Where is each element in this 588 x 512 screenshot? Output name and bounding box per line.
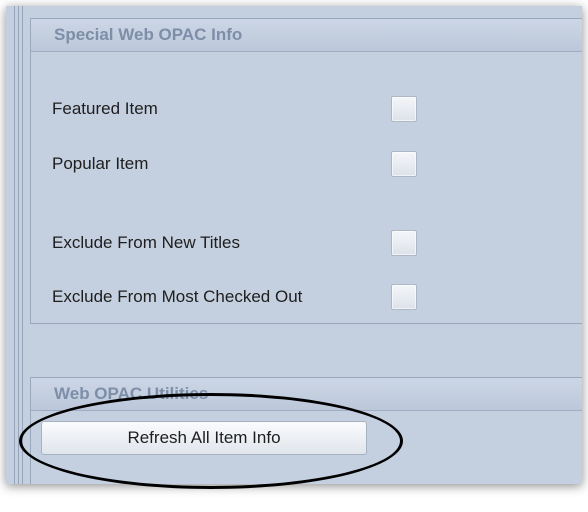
refresh-all-item-info-button[interactable]: Refresh All Item Info (41, 421, 367, 455)
exclude-most-checked-out-checkbox[interactable] (391, 284, 417, 310)
featured-item-label: Featured Item (52, 99, 158, 118)
exclude-new-titles-checkbox[interactable] (391, 230, 417, 256)
special-web-opac-info-group: Special Web OPAC Info Featured Item Popu… (30, 18, 582, 324)
exclude-new-titles-label: Exclude From New Titles (52, 233, 240, 252)
exclude-most-checked-out-label: Exclude From Most Checked Out (52, 287, 303, 306)
web-opac-utilities-group: Web OPAC Utilities Refresh All Item Info (30, 377, 582, 484)
popular-item-label: Popular Item (52, 154, 149, 173)
panel-divider (14, 6, 15, 484)
featured-item-checkbox[interactable] (391, 96, 417, 122)
group-title: Special Web OPAC Info (31, 19, 582, 52)
group-title: Web OPAC Utilities (31, 378, 582, 411)
popular-item-checkbox[interactable] (391, 151, 417, 177)
properties-panel: Special Web OPAC Info Featured Item Popu… (6, 6, 582, 484)
panel-divider (22, 6, 23, 484)
utilities-content: Refresh All Item Info (31, 411, 582, 471)
panel-divider (18, 6, 19, 484)
